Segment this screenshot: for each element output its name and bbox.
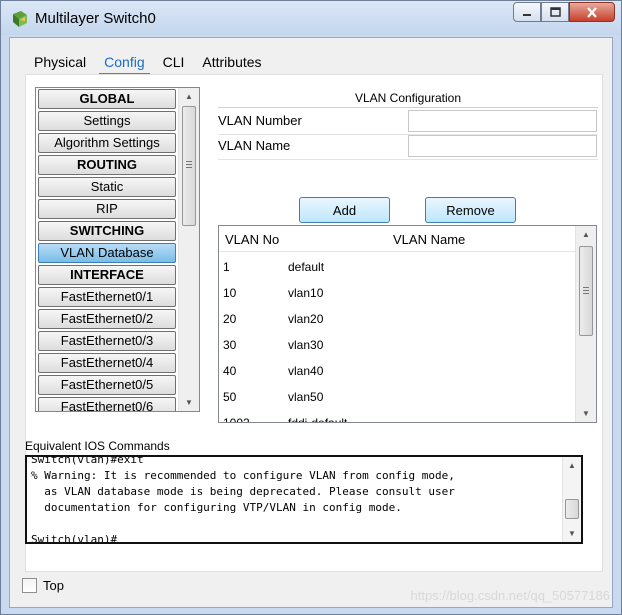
scroll-down-arrow-icon[interactable]: ▼ — [563, 525, 581, 542]
vlan-name-cell: vlan50 — [288, 390, 324, 404]
vlan-no-cell: 1002 — [223, 416, 250, 423]
vlan-name-input[interactable] — [408, 135, 597, 157]
vlan-table-header: VLAN No VLAN Name — [219, 226, 576, 252]
nav-item-fastethernet0-6[interactable]: FastEthernet0/6 — [38, 397, 176, 411]
ios-line: as VLAN database mode is being deprecate… — [31, 485, 455, 498]
nav-header-switching: SWITCHING — [38, 221, 176, 241]
vlan-name-cell: vlan40 — [288, 364, 324, 378]
nav-scrollbar[interactable]: ▲ ▼ — [178, 88, 199, 411]
config-nav-list: GLOBAL Settings Algorithm Settings ROUTI… — [35, 87, 200, 412]
vlan-table-scroll-thumb[interactable] — [579, 246, 593, 336]
column-header-vlan-no[interactable]: VLAN No — [225, 232, 279, 247]
vlan-table: VLAN No VLAN Name 1 default 10 vlan10 20 vl… — [218, 225, 597, 423]
switch-app-icon — [13, 11, 27, 27]
scroll-up-arrow-icon[interactable]: ▲ — [179, 88, 199, 105]
vlan-table-body: 1 default 10 vlan10 20 vlan20 30 vlan30 40 vl… — [219, 253, 576, 423]
grip-line — [583, 287, 589, 288]
minimize-button[interactable] — [513, 2, 541, 22]
app-window: Multilayer Switch0 Physical Config CLI A… — [0, 0, 622, 615]
vlan-name-cell: fddi-default — [288, 416, 348, 423]
table-row[interactable]: 1 default — [219, 253, 576, 279]
window-client-area: Physical Config CLI Attributes GLOBAL Se… — [9, 37, 613, 608]
vlan-table-scrollbar[interactable]: ▲ ▼ — [575, 226, 596, 422]
nav-header-interface: INTERFACE — [38, 265, 176, 285]
nav-item-fastethernet0-2[interactable]: FastEthernet0/2 — [38, 309, 176, 329]
nav-header-global: GLOBAL — [38, 89, 176, 109]
vlan-no-cell: 40 — [223, 364, 237, 378]
tab-physical[interactable]: Physical — [25, 50, 96, 76]
nav-header-routing: ROUTING — [38, 155, 176, 175]
ios-line: Switch(vlan)# — [31, 533, 118, 544]
vlan-no-cell: 10 — [223, 286, 237, 300]
grip-line — [186, 161, 192, 162]
ios-line: Switch(vlan)#exit — [31, 455, 144, 466]
title-bar[interactable]: Multilayer Switch0 — [1, 1, 621, 35]
table-row[interactable]: 10 vlan10 — [219, 279, 576, 305]
table-row[interactable]: 20 vlan20 — [219, 305, 576, 331]
vlan-no-cell: 30 — [223, 338, 237, 352]
scroll-down-arrow-icon[interactable]: ▼ — [576, 405, 596, 422]
grip-line — [186, 164, 192, 165]
scroll-down-arrow-icon[interactable]: ▼ — [179, 394, 199, 411]
close-icon — [587, 6, 597, 18]
vlan-name-cell: vlan20 — [288, 312, 324, 326]
close-button[interactable] — [569, 2, 615, 22]
grip-line — [186, 167, 192, 168]
ios-line: % Warning: It is recommended to configur… — [31, 469, 455, 482]
ios-line — [31, 516, 559, 532]
title-divider — [218, 107, 598, 108]
tab-bar: Physical Config CLI Attributes — [25, 50, 271, 76]
grip-line — [583, 290, 589, 291]
ios-scroll-thumb[interactable] — [565, 499, 579, 519]
maximize-button[interactable] — [541, 2, 569, 22]
window-controls — [513, 2, 615, 24]
ios-commands-text: Switch(vlan)#exit % Warning: It is recomm… — [31, 455, 559, 544]
table-row[interactable]: 30 vlan30 — [219, 331, 576, 357]
nav-item-rip[interactable]: RIP — [38, 199, 176, 219]
ios-commands-label: Equivalent IOS Commands — [25, 439, 170, 453]
vlan-no-cell: 50 — [223, 390, 237, 404]
grip-line — [583, 293, 589, 294]
vlan-name-cell: default — [288, 260, 325, 274]
tab-cli[interactable]: CLI — [153, 50, 194, 76]
nav-item-settings[interactable]: Settings — [38, 111, 176, 131]
top-checkbox-label: Top — [43, 578, 64, 593]
nav-item-vlan-database[interactable]: VLAN Database — [38, 243, 176, 263]
nav-item-algorithm-settings[interactable]: Algorithm Settings — [38, 133, 176, 153]
maximize-icon — [549, 7, 561, 17]
table-row[interactable]: 40 vlan40 — [219, 357, 576, 383]
vlan-number-input[interactable] — [408, 110, 597, 132]
watermark-text: https://blog.csdn.net/qq_50577186 — [410, 588, 611, 603]
nav-item-fastethernet0-4[interactable]: FastEthernet0/4 — [38, 353, 176, 373]
window-title: Multilayer Switch0 — [35, 10, 156, 27]
column-header-vlan-name[interactable]: VLAN Name — [393, 232, 465, 247]
top-checkbox[interactable] — [22, 578, 37, 593]
ios-line: documentation for configuring VTP/VLAN i… — [31, 501, 402, 514]
vlan-number-label: VLAN Number — [218, 113, 302, 128]
minimize-icon — [523, 14, 531, 16]
vlan-name-label: VLAN Name — [218, 138, 291, 153]
scroll-up-arrow-icon[interactable]: ▲ — [576, 226, 596, 243]
scroll-up-arrow-icon[interactable]: ▲ — [563, 457, 581, 474]
nav-item-fastethernet0-1[interactable]: FastEthernet0/1 — [38, 287, 176, 307]
nav-item-fastethernet0-5[interactable]: FastEthernet0/5 — [38, 375, 176, 395]
nav-item-fastethernet0-3[interactable]: FastEthernet0/3 — [38, 331, 176, 351]
nav-items: GLOBAL Settings Algorithm Settings ROUTI… — [38, 89, 176, 411]
vlan-config-title: VLAN Configuration — [354, 91, 462, 105]
nav-item-static[interactable]: Static — [38, 177, 176, 197]
tab-attributes[interactable]: Attributes — [193, 50, 271, 76]
table-row[interactable]: 1002 fddi-default — [219, 409, 576, 423]
ios-commands-console[interactable]: Switch(vlan)#exit % Warning: It is recomm… — [25, 455, 583, 544]
vlan-name-cell: vlan30 — [288, 338, 324, 352]
table-row[interactable]: 50 vlan50 — [219, 383, 576, 409]
vlan-no-cell: 20 — [223, 312, 237, 326]
field-divider — [218, 159, 598, 160]
add-button[interactable]: Add — [299, 197, 390, 223]
remove-button[interactable]: Remove — [425, 197, 516, 223]
ios-scrollbar[interactable]: ▲ ▼ — [562, 457, 581, 542]
tab-config[interactable]: Config — [95, 50, 154, 76]
nav-scroll-thumb[interactable] — [182, 106, 196, 226]
vlan-no-cell: 1 — [223, 260, 230, 274]
vlan-name-cell: vlan10 — [288, 286, 324, 300]
